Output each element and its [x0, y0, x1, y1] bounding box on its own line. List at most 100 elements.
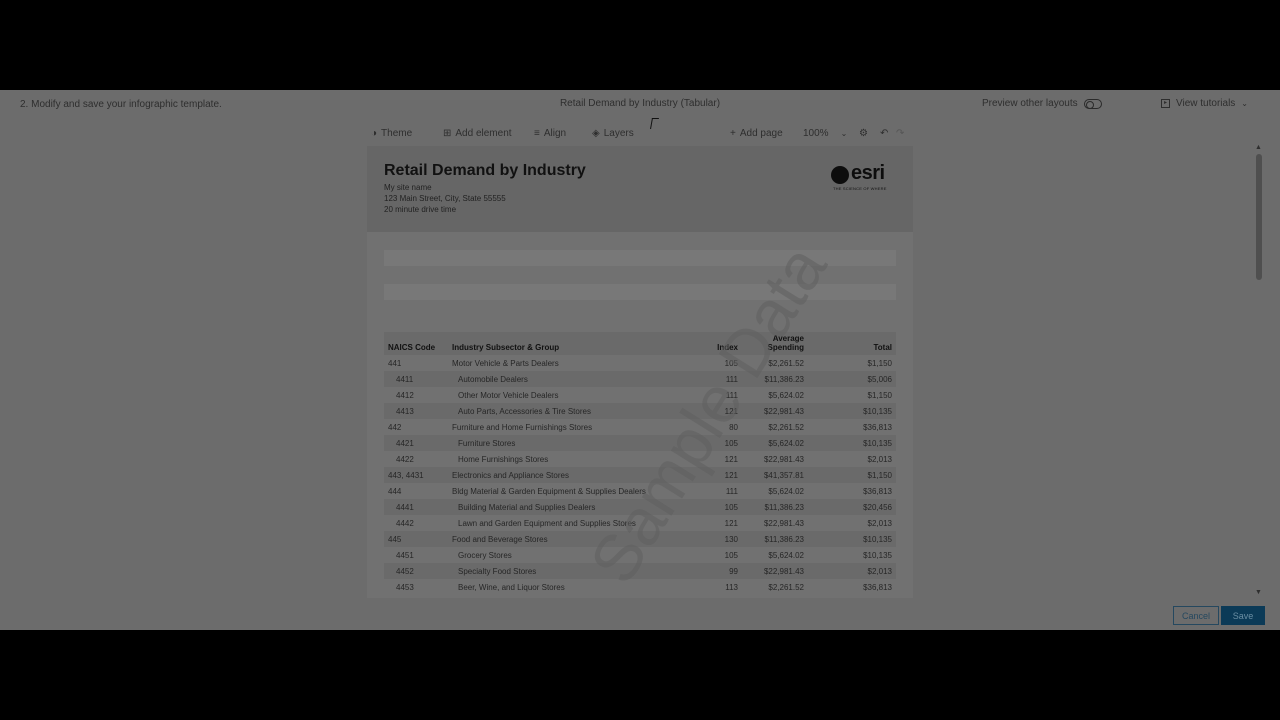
infographic-builder: 2. Modify and save your infographic temp…: [0, 90, 1280, 630]
preview-other-layouts[interactable]: Preview other layouts: [982, 98, 1102, 109]
col-total: Total: [808, 332, 896, 355]
tutorial-icon: ▸: [1161, 99, 1170, 108]
industry-name-cell: Auto Parts, Accessories & Tire Stores: [448, 403, 694, 419]
average-spending-cell: $2,261.52: [768, 358, 804, 368]
naics-code-cell: 4422: [396, 454, 414, 464]
industry-name-cell: Furniture and Home Furnishings Stores: [452, 422, 593, 432]
site-address: 123 Main Street, City, State 55555: [384, 194, 506, 203]
index-cell: 113: [725, 582, 738, 592]
average-spending-cell: $2,261.52: [768, 582, 804, 592]
save-button[interactable]: Save: [1221, 606, 1265, 625]
industry-name-cell: Specialty Food Stores: [448, 563, 694, 579]
total-cell: $36,813: [863, 582, 892, 592]
average-spending-cell: $2,261.52: [768, 422, 804, 432]
naics-code-cell: 4451: [396, 550, 414, 560]
placeholder-bar[interactable]: [384, 284, 896, 300]
preview-toggle[interactable]: [1083, 98, 1102, 109]
add-element-icon: ⊞: [443, 128, 452, 139]
tutorials-label: View tutorials: [1176, 98, 1236, 109]
align-button[interactable]: ≡ Align: [534, 128, 566, 139]
naics-code-cell: 4413: [384, 403, 448, 419]
header-bar: 2. Modify and save your infographic temp…: [0, 90, 1280, 118]
table-row: 441 Motor Vehicle & Parts Dealers 105 $2,26…: [384, 355, 896, 371]
drive-time: 20 minute drive time: [384, 205, 457, 214]
view-tutorials-button[interactable]: ▸ View tutorials ⌄: [1161, 98, 1248, 109]
table-row: 444 Bldg Material & Garden Equipment & Su…: [384, 483, 896, 499]
average-spending-cell: $5,624.02: [742, 435, 808, 451]
theme-label: Theme: [381, 128, 413, 139]
average-spending-cell: $22,981.43: [763, 454, 804, 464]
col-naics-code: NAICS Code: [384, 332, 448, 355]
table-row: 4421 Furniture Stores 105 $5,624.02 $10,135: [384, 435, 896, 451]
theme-button[interactable]: ◑ Theme: [371, 128, 412, 139]
report-canvas[interactable]: Retail Demand by Industry My site name 1…: [367, 146, 913, 598]
total-cell: $1,150: [867, 390, 892, 400]
total-cell: $10,135: [808, 531, 896, 547]
table-row: 443, 4431 Electronics and Appliance Store…: [384, 467, 896, 483]
total-cell: $1,150: [808, 467, 896, 483]
esri-logo: esri THE SCIENCE OF WHERE: [831, 162, 893, 194]
table-row: 4413 Auto Parts, Accessories & Tire Store…: [384, 403, 896, 419]
scrollbar-thumb[interactable]: [1256, 154, 1262, 280]
naics-code-cell: 444: [388, 486, 402, 496]
total-cell: $10,135: [808, 403, 896, 419]
index-cell: 121: [694, 403, 742, 419]
total-cell: $10,135: [808, 435, 896, 451]
add-page-button[interactable]: + Add page: [730, 128, 783, 139]
vertical-scrollbar[interactable]: ▲ ▼: [1254, 144, 1264, 598]
average-spending-cell: $22,981.43: [763, 518, 804, 528]
index-cell: 121: [724, 454, 738, 464]
theme-icon: ◑: [371, 128, 378, 139]
undo-icon[interactable]: ↶: [880, 128, 888, 139]
placeholder-bar[interactable]: [384, 250, 896, 266]
industry-name-cell: Automobile Dealers: [448, 371, 694, 387]
add-element-button[interactable]: ⊞ Add element: [443, 128, 512, 139]
col-index: Index: [694, 332, 742, 355]
index-cell: 99: [694, 563, 742, 579]
index-cell: 130: [694, 531, 742, 547]
table-row: 445 Food and Beverage Stores 130 $11,386.23…: [384, 531, 896, 547]
retail-demand-table[interactable]: NAICS Code Industry Subsector & Group In…: [384, 332, 896, 595]
table-row: 4412 Other Motor Vehicle Dealers 111 $5,624…: [384, 387, 896, 403]
naics-code-cell: 442: [388, 422, 402, 432]
total-cell: $36,813: [863, 486, 892, 496]
table-row: 442 Furniture and Home Furnishings Stores…: [384, 419, 896, 435]
cancel-button[interactable]: Cancel: [1173, 606, 1219, 625]
naics-code-cell: 4452: [384, 563, 448, 579]
layers-button[interactable]: ◈ Layers: [592, 128, 634, 139]
report-header[interactable]: Retail Demand by Industry My site name 1…: [367, 146, 913, 232]
layers-icon: ◈: [592, 128, 600, 139]
industry-name-cell: Bldg Material & Garden Equipment & Suppl…: [452, 486, 646, 496]
add-page-label: Add page: [739, 128, 783, 139]
index-cell: 121: [694, 467, 742, 483]
industry-name-cell: Building Material and Supplies Dealers: [448, 499, 694, 515]
index-cell: 105: [694, 499, 742, 515]
average-spending-cell: $11,386.23: [742, 531, 808, 547]
zoom-value: 100%: [803, 128, 829, 139]
index-cell: 80: [729, 422, 738, 432]
index-cell: 105: [724, 550, 738, 560]
table-row: 4411 Automobile Dealers 111 $11,386.23 $5,00…: [384, 371, 896, 387]
index-cell: 111: [725, 486, 738, 496]
index-cell: 121: [724, 518, 738, 528]
industry-name-cell: Beer, Wine, and Liquor Stores: [458, 582, 565, 592]
report-title: Retail Demand by Industry: [384, 162, 586, 179]
total-cell: $10,135: [863, 550, 892, 560]
industry-name-cell: Food and Beverage Stores: [448, 531, 694, 547]
chevron-down-icon: ⌄: [840, 129, 848, 138]
scroll-down-icon[interactable]: ▼: [1255, 589, 1262, 596]
naics-code-cell: 441: [388, 358, 402, 368]
col-industry: Industry Subsector & Group: [448, 332, 694, 355]
scroll-up-icon[interactable]: ▲: [1255, 144, 1262, 151]
average-spending-cell: $11,386.23: [742, 499, 808, 515]
settings-icon[interactable]: ⚙: [859, 128, 868, 139]
total-cell: $2,013: [867, 518, 892, 528]
table-header-row: NAICS Code Industry Subsector & Group In…: [384, 332, 896, 355]
zoom-select[interactable]: 100% ⌄: [803, 128, 847, 139]
average-spending-cell: $22,981.43: [742, 563, 808, 579]
total-cell: $1,150: [867, 358, 892, 368]
editor-toolbar: ◑ Theme ⊞ Add element ≡ Align ◈ Layers +…: [368, 128, 913, 144]
index-cell: 105: [694, 435, 742, 451]
index-cell: 105: [724, 358, 738, 368]
redo-icon[interactable]: ↷: [896, 128, 904, 139]
